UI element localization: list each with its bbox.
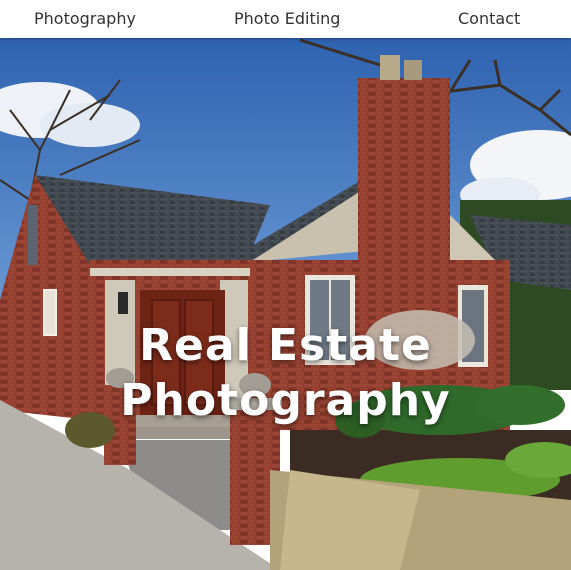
hero-title-line-1: Real Estate (139, 320, 432, 371)
window (28, 205, 38, 265)
roof-trim (90, 268, 250, 276)
hero-house-image (0, 38, 571, 570)
hero-title-line-2: Photography (120, 375, 451, 426)
chimney-pot (380, 55, 400, 80)
cloud (40, 103, 140, 147)
nav-link-photo-editing[interactable]: Photo Editing (234, 9, 340, 28)
top-navigation-bar: Photography Photo Editing Contact (0, 0, 571, 38)
porch-lantern (118, 292, 128, 314)
nav-link-photography[interactable]: Photography (34, 9, 136, 28)
hero-banner: Real Estate Photography (0, 38, 571, 570)
front-step (130, 427, 235, 439)
nav-link-contact[interactable]: Contact (458, 9, 520, 28)
chimney-pot (404, 60, 422, 80)
